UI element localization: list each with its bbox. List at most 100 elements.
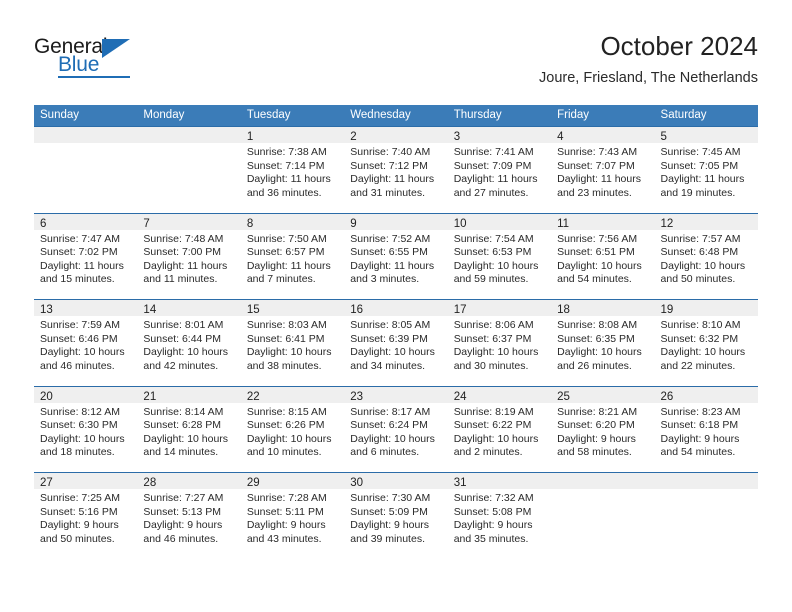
day-cell[interactable]: 10 Sunrise: 7:54 AM Sunset: 6:53 PM Dayl…: [447, 213, 552, 299]
day-cell[interactable]: 14 Sunrise: 8:01 AM Sunset: 6:44 PM Dayl…: [137, 300, 241, 386]
daylight-text: Daylight: 10 hours and 46 minutes.: [40, 346, 125, 372]
weekday-header-friday: Friday: [557, 109, 590, 121]
sunset-text: Sunset: 6:32 PM: [660, 332, 739, 345]
sunrise-text: Sunrise: 8:14 AM: [143, 405, 224, 418]
day-number-band: 3: [447, 127, 552, 143]
sunrise-text: Sunrise: 8:06 AM: [453, 319, 534, 331]
day-cell[interactable]: 29 Sunrise: 7:28 AM Sunset: 5:11 PM Dayl…: [240, 473, 345, 559]
sunrise-text: Sunrise: 8:08 AM: [557, 319, 638, 331]
day-cell[interactable]: 24 Sunrise: 8:19 AM Sunset: 6:22 PM Dayl…: [447, 386, 552, 472]
day-cell[interactable]: 6 Sunrise: 7:47 AM Sunset: 7:02 PM Dayli…: [34, 213, 138, 299]
day-sun-info: Sunrise: 7:59 AM Sunset: 6:46 PM Dayligh…: [34, 316, 137, 373]
day-cell[interactable]: [34, 127, 138, 213]
daylight-text: Daylight: 10 hours and 6 minutes.: [350, 432, 435, 459]
day-sun-info: Sunrise: 8:05 AM Sunset: 6:39 PM Dayligh…: [344, 316, 447, 373]
sunrise-text: Sunrise: 7:30 AM: [350, 492, 431, 504]
day-cell[interactable]: 31 Sunrise: 7:32 AM Sunset: 5:08 PM Dayl…: [447, 473, 552, 559]
day-number-band: 10: [447, 213, 552, 230]
day-cell[interactable]: 13 Sunrise: 7:59 AM Sunset: 6:46 PM Dayl…: [34, 300, 138, 386]
day-sun-info: Sunrise: 8:23 AM Sunset: 6:18 PM Dayligh…: [655, 403, 758, 460]
day-cell[interactable]: 5 Sunrise: 7:45 AM Sunset: 7:05 PM Dayli…: [654, 127, 758, 213]
day-cell[interactable]: 26 Sunrise: 8:23 AM Sunset: 6:18 PM Dayl…: [654, 386, 758, 472]
day-cell[interactable]: 22 Sunrise: 8:15 AM Sunset: 6:26 PM Dayl…: [240, 386, 345, 472]
day-number: 3: [453, 131, 461, 143]
day-cell[interactable]: 12 Sunrise: 7:57 AM Sunset: 6:48 PM Dayl…: [654, 213, 758, 299]
daylight-text: Daylight: 9 hours and 43 minutes.: [246, 519, 326, 545]
sunrise-text: Sunrise: 8:19 AM: [453, 405, 534, 418]
sunrise-text: Sunrise: 8:03 AM: [246, 319, 327, 331]
daylight-text: Daylight: 11 hours and 15 minutes.: [40, 259, 124, 286]
daylight-text: Daylight: 11 hours and 36 minutes.: [246, 173, 331, 199]
sunrise-text: Sunrise: 7:25 AM: [40, 492, 120, 504]
day-number-band: 25: [551, 386, 655, 403]
day-cell[interactable]: [551, 473, 655, 559]
logo-triangle-icon: [102, 39, 130, 58]
day-sun-info: Sunrise: 7:25 AM Sunset: 5:16 PM Dayligh…: [34, 489, 137, 546]
day-cell[interactable]: 9 Sunrise: 7:52 AM Sunset: 6:55 PM Dayli…: [344, 213, 448, 299]
day-number-band: 15: [240, 300, 345, 316]
day-number-band: 6: [34, 213, 138, 230]
day-number-band: 14: [137, 300, 241, 316]
sunrise-text: Sunrise: 7:59 AM: [40, 319, 120, 331]
day-cell[interactable]: 1 Sunrise: 7:38 AM Sunset: 7:14 PM Dayli…: [240, 127, 345, 213]
sunset-text: Sunset: 7:12 PM: [350, 159, 428, 172]
calendar-grid: Sunday Monday Tuesday Wednesday Thursday…: [34, 105, 758, 559]
day-cell[interactable]: 17 Sunrise: 8:06 AM Sunset: 6:37 PM Dayl…: [447, 300, 552, 386]
day-cell[interactable]: 23 Sunrise: 8:17 AM Sunset: 6:24 PM Dayl…: [344, 386, 448, 472]
day-cell[interactable]: [654, 473, 758, 559]
sunset-text: Sunset: 7:02 PM: [40, 246, 118, 259]
day-cell[interactable]: 21 Sunrise: 8:14 AM Sunset: 6:28 PM Dayl…: [137, 386, 241, 472]
day-number: 25: [557, 390, 570, 403]
day-number-band: 13: [34, 300, 138, 316]
day-number-band: 30: [344, 473, 448, 489]
day-number: 18: [557, 304, 570, 316]
day-cell[interactable]: 19 Sunrise: 8:10 AM Sunset: 6:32 PM Dayl…: [654, 300, 758, 386]
day-cell[interactable]: 3 Sunrise: 7:41 AM Sunset: 7:09 PM Dayli…: [447, 127, 552, 213]
day-number: 6: [40, 217, 47, 230]
daylight-text: Daylight: 10 hours and 38 minutes.: [246, 346, 332, 372]
day-cell[interactable]: 30 Sunrise: 7:30 AM Sunset: 5:09 PM Dayl…: [344, 473, 448, 559]
sunset-text: Sunset: 7:05 PM: [660, 159, 739, 172]
day-cell[interactable]: 28 Sunrise: 7:27 AM Sunset: 5:13 PM Dayl…: [137, 473, 241, 559]
weekday-header-sunday: Sunday: [40, 109, 80, 121]
day-sun-info: Sunrise: 7:57 AM Sunset: 6:48 PM Dayligh…: [655, 230, 758, 287]
day-sun-info: Sunrise: 7:40 AM Sunset: 7:12 PM Dayligh…: [344, 143, 447, 200]
sunrise-text: Sunrise: 7:47 AM: [40, 232, 120, 245]
day-number-band: 12: [654, 213, 758, 230]
day-sun-info: Sunrise: 8:08 AM Sunset: 6:35 PM Dayligh…: [551, 316, 654, 373]
day-cell[interactable]: 20 Sunrise: 8:12 AM Sunset: 6:30 PM Dayl…: [34, 386, 138, 472]
day-number: 12: [660, 217, 674, 230]
day-sun-info: Sunrise: 7:54 AM Sunset: 6:53 PM Dayligh…: [448, 230, 551, 287]
day-sun-info: Sunrise: 7:38 AM Sunset: 7:14 PM Dayligh…: [241, 143, 344, 200]
location-subtitle: Joure, Friesland, The Netherlands: [539, 70, 758, 86]
day-cell[interactable]: 16 Sunrise: 8:05 AM Sunset: 6:39 PM Dayl…: [344, 300, 448, 386]
page-title: October 2024: [600, 31, 758, 61]
day-sun-info: Sunrise: 7:30 AM Sunset: 5:09 PM Dayligh…: [344, 489, 447, 546]
weekday-header-wednesday: Wednesday: [350, 109, 411, 121]
day-cell[interactable]: 15 Sunrise: 8:03 AM Sunset: 6:41 PM Dayl…: [240, 300, 345, 386]
day-cell[interactable]: 27 Sunrise: 7:25 AM Sunset: 5:16 PM Dayl…: [34, 473, 138, 559]
day-cell[interactable]: 11 Sunrise: 7:56 AM Sunset: 6:51 PM Dayl…: [551, 213, 655, 299]
day-cell[interactable]: 2 Sunrise: 7:40 AM Sunset: 7:12 PM Dayli…: [344, 127, 448, 213]
sunset-text: Sunset: 6:22 PM: [453, 419, 532, 432]
day-cell[interactable]: 18 Sunrise: 8:08 AM Sunset: 6:35 PM Dayl…: [551, 300, 655, 386]
weekday-header-tuesday: Tuesday: [246, 109, 291, 121]
day-sun-info: Sunrise: 8:06 AM Sunset: 6:37 PM Dayligh…: [448, 316, 551, 373]
day-number: 21: [143, 390, 157, 403]
day-cell[interactable]: 7 Sunrise: 7:48 AM Sunset: 7:00 PM Dayli…: [137, 213, 241, 299]
weekday-header-monday: Monday: [143, 109, 185, 121]
day-number-band: [34, 127, 138, 143]
sunrise-text: Sunrise: 7:56 AM: [557, 232, 638, 245]
day-number-band: 17: [447, 300, 552, 316]
daylight-text: Daylight: 11 hours and 3 minutes.: [350, 259, 435, 286]
day-cell[interactable]: 25 Sunrise: 8:21 AM Sunset: 6:20 PM Dayl…: [551, 386, 655, 472]
day-cell[interactable]: 8 Sunrise: 7:50 AM Sunset: 6:57 PM Dayli…: [240, 213, 345, 299]
day-number: 10: [453, 217, 467, 230]
sunset-text: Sunset: 6:26 PM: [246, 419, 325, 432]
day-cell[interactable]: 4 Sunrise: 7:43 AM Sunset: 7:07 PM Dayli…: [551, 127, 655, 213]
sunset-text: Sunset: 5:13 PM: [143, 505, 222, 518]
sunrise-text: Sunrise: 8:23 AM: [660, 405, 741, 418]
day-number-band: 4: [551, 127, 655, 143]
day-cell[interactable]: [137, 127, 241, 213]
day-number-band: 7: [137, 213, 241, 230]
